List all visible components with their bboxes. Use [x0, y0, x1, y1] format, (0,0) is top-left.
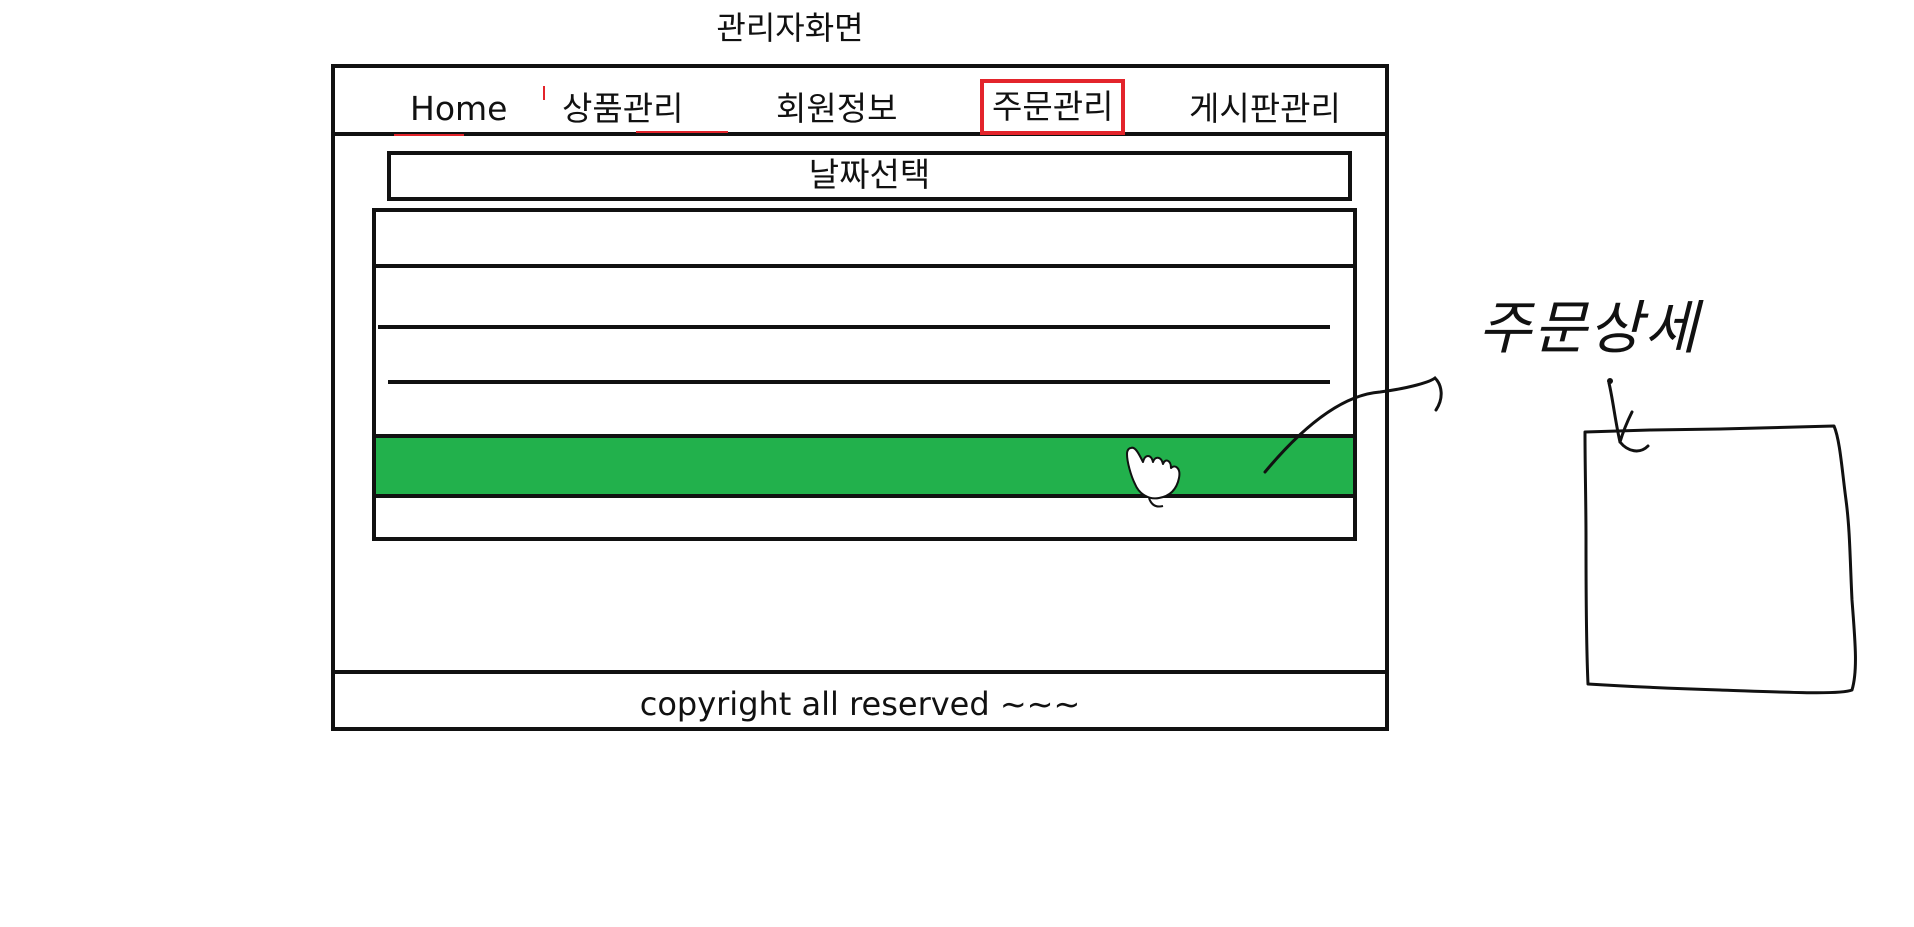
nav-item-board[interactable]: 게시판관리 [1189, 85, 1341, 133]
admin-wireframe: 관리자화면 Home 상품관리 회원정보 주문관리 게시판관리 날짜선택 cop… [0, 0, 1914, 927]
nav-item-home[interactable]: Home [410, 85, 507, 133]
order-detail-label: 주문상세 [1478, 294, 1700, 362]
selected-order-row[interactable] [376, 434, 1353, 498]
table-row[interactable] [376, 264, 1353, 268]
red-stroke-mark [636, 131, 728, 133]
order-detail-panel[interactable] [1583, 424, 1857, 695]
dot-marker-icon [1607, 378, 1613, 384]
footer-divider [331, 670, 1389, 674]
footer-copyright: copyright all reserved ~~~ [639, 685, 1081, 723]
nav-item-orders[interactable]: 주문관리 [980, 79, 1126, 135]
hand-pointer-icon [1126, 446, 1181, 508]
table-row[interactable] [378, 325, 1330, 329]
page-title: 관리자화면 [716, 9, 864, 47]
nav-item-members[interactable]: 회원정보 [776, 85, 897, 133]
red-stroke-mark [543, 86, 545, 100]
nav-item-products[interactable]: 상품관리 [562, 85, 683, 133]
down-arrow-icon [1607, 381, 1650, 453]
red-stroke-mark [394, 134, 464, 136]
date-select-bar[interactable]: 날짜선택 [387, 151, 1352, 201]
table-row[interactable] [388, 380, 1330, 384]
